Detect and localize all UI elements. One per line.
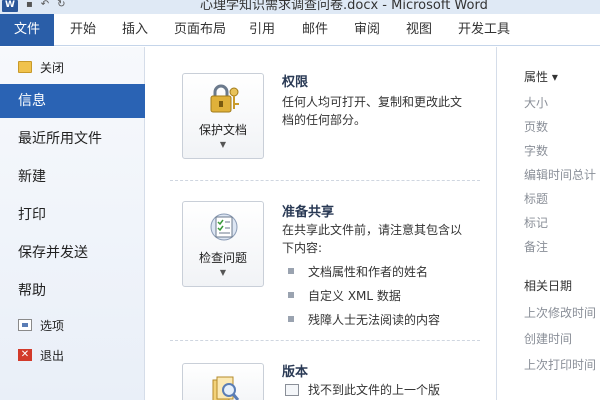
nav-item-label: 保存并发送: [18, 245, 88, 261]
nav-item-label: 新建: [18, 169, 46, 185]
protect-document-button[interactable]: 保护文档 ▼: [182, 73, 264, 159]
quick-access-toolbar: W ▪ ↶ ↻: [0, 0, 66, 14]
word-logo-icon: W: [2, 0, 18, 12]
tab-review[interactable]: 审阅: [354, 14, 380, 46]
versions-description: 找不到此文件的上一个版: [308, 383, 441, 397]
nav-item-print[interactable]: 打印: [0, 198, 145, 232]
tab-page-layout[interactable]: 页面布局: [174, 14, 226, 46]
tab-view[interactable]: 视图: [406, 14, 432, 46]
versions-title: 版本: [282, 365, 309, 380]
nav-item-label: 选项: [40, 319, 65, 333]
property-title: 标题: [524, 192, 549, 206]
nav-item-save-send[interactable]: 保存并发送: [0, 236, 145, 270]
properties-header[interactable]: 属性 ▾: [524, 68, 558, 85]
undo-icon[interactable]: ↶: [41, 0, 49, 10]
property-pages: 页数: [524, 120, 549, 134]
tab-insert[interactable]: 插入: [122, 14, 148, 46]
property-size: 大小: [524, 96, 549, 110]
nav-item-label: 退出: [40, 349, 65, 363]
check-issues-label: 检查问题: [198, 251, 247, 265]
prepare-sharing-section: 检查问题 ▼ 准备共享 在共享此文件前，请注意其包含以下内容: 文档属性和作者的…: [145, 181, 495, 341]
list-item: 自定义 XML 数据: [288, 287, 401, 304]
info-panel: 保护文档 ▼ 权限 任何人均可打开、复制和更改此文档的任何部分。 检查问题 ▼ …: [145, 47, 495, 400]
nav-item-recent[interactable]: 最近所用文件: [0, 122, 145, 156]
protect-document-label: 保护文档: [198, 123, 247, 137]
window-title: 心理学知识需求调查问卷.docx - Microsoft Word: [200, 0, 488, 13]
check-issues-button[interactable]: 检查问题 ▼: [182, 201, 264, 287]
property-comments: 备注: [524, 240, 549, 254]
tab-developer[interactable]: 开发工具: [458, 14, 510, 46]
nav-item-label: 信息: [18, 93, 46, 109]
list-item: 文档属性和作者的姓名: [288, 263, 428, 280]
date-last-modified: 上次修改时间: [524, 306, 597, 320]
nav-item-options[interactable]: 选项: [0, 309, 145, 343]
tab-home[interactable]: 开始: [70, 14, 96, 46]
tab-references[interactable]: 引用: [249, 14, 275, 46]
version-icon: [285, 384, 299, 396]
manage-versions-button[interactable]: [182, 363, 264, 400]
date-created: 创建时间: [524, 332, 573, 346]
chevron-down-icon: ▼: [219, 140, 227, 149]
nav-item-exit[interactable]: ✕ 退出: [0, 339, 145, 373]
checklist-icon: [210, 213, 238, 241]
permissions-section: 保护文档 ▼ 权限 任何人均可打开、复制和更改此文档的任何部分。: [145, 47, 495, 177]
versions-section: 版本 找不到此文件的上一个版: [145, 341, 495, 400]
search-document-icon: [212, 376, 240, 400]
nav-item-label: 帮助: [18, 283, 46, 299]
lock-key-icon: [210, 84, 239, 113]
property-tags: 标记: [524, 216, 549, 230]
list-item: 残障人士无法阅读的内容: [288, 311, 440, 328]
ribbon-tabs: 文件 开始 插入 页面布局 引用 邮件 审阅 视图 开发工具: [0, 14, 600, 46]
redo-icon[interactable]: ↻: [57, 0, 65, 10]
nav-item-close[interactable]: 关闭: [0, 51, 145, 85]
related-dates-header: 相关日期: [524, 279, 573, 293]
title-bar: W ▪ ↶ ↻ 心理学知识需求调查问卷.docx - Microsoft Wor…: [0, 0, 600, 14]
save-icon[interactable]: ▪: [26, 0, 33, 10]
nav-item-label: 打印: [18, 207, 46, 223]
nav-item-info[interactable]: 信息: [0, 84, 154, 118]
prepare-sharing-title: 准备共享: [282, 205, 335, 220]
tab-file[interactable]: 文件: [0, 14, 54, 46]
chevron-down-icon: ▼: [219, 268, 227, 277]
nav-item-help[interactable]: 帮助: [0, 274, 145, 308]
permissions-title: 权限: [282, 75, 309, 90]
tab-mailings[interactable]: 邮件: [302, 14, 328, 46]
property-edit-time: 编辑时间总计: [524, 168, 597, 182]
nav-item-new[interactable]: 新建: [0, 160, 145, 194]
permissions-description: 任何人均可打开、复制和更改此文档的任何部分。: [282, 95, 463, 127]
backstage-nav: 关闭 信息 最近所用文件 新建 打印 保存并发送 帮助 选项 ✕ 退出: [0, 47, 154, 400]
nav-item-label: 最近所用文件: [18, 131, 102, 147]
folder-icon: [18, 61, 32, 73]
options-icon: [18, 319, 32, 331]
exit-icon: ✕: [18, 349, 32, 361]
property-words: 字数: [524, 144, 549, 158]
prepare-sharing-description: 在共享此文件前，请注意其包含以下内容:: [282, 223, 463, 255]
date-last-printed: 上次打印时间: [524, 358, 597, 372]
properties-panel: 属性 ▾ 大小 页数 字数 编辑时间总计 标题 标记 备注 相关日期 上次修改时…: [496, 47, 600, 400]
nav-item-label: 关闭: [40, 61, 65, 75]
